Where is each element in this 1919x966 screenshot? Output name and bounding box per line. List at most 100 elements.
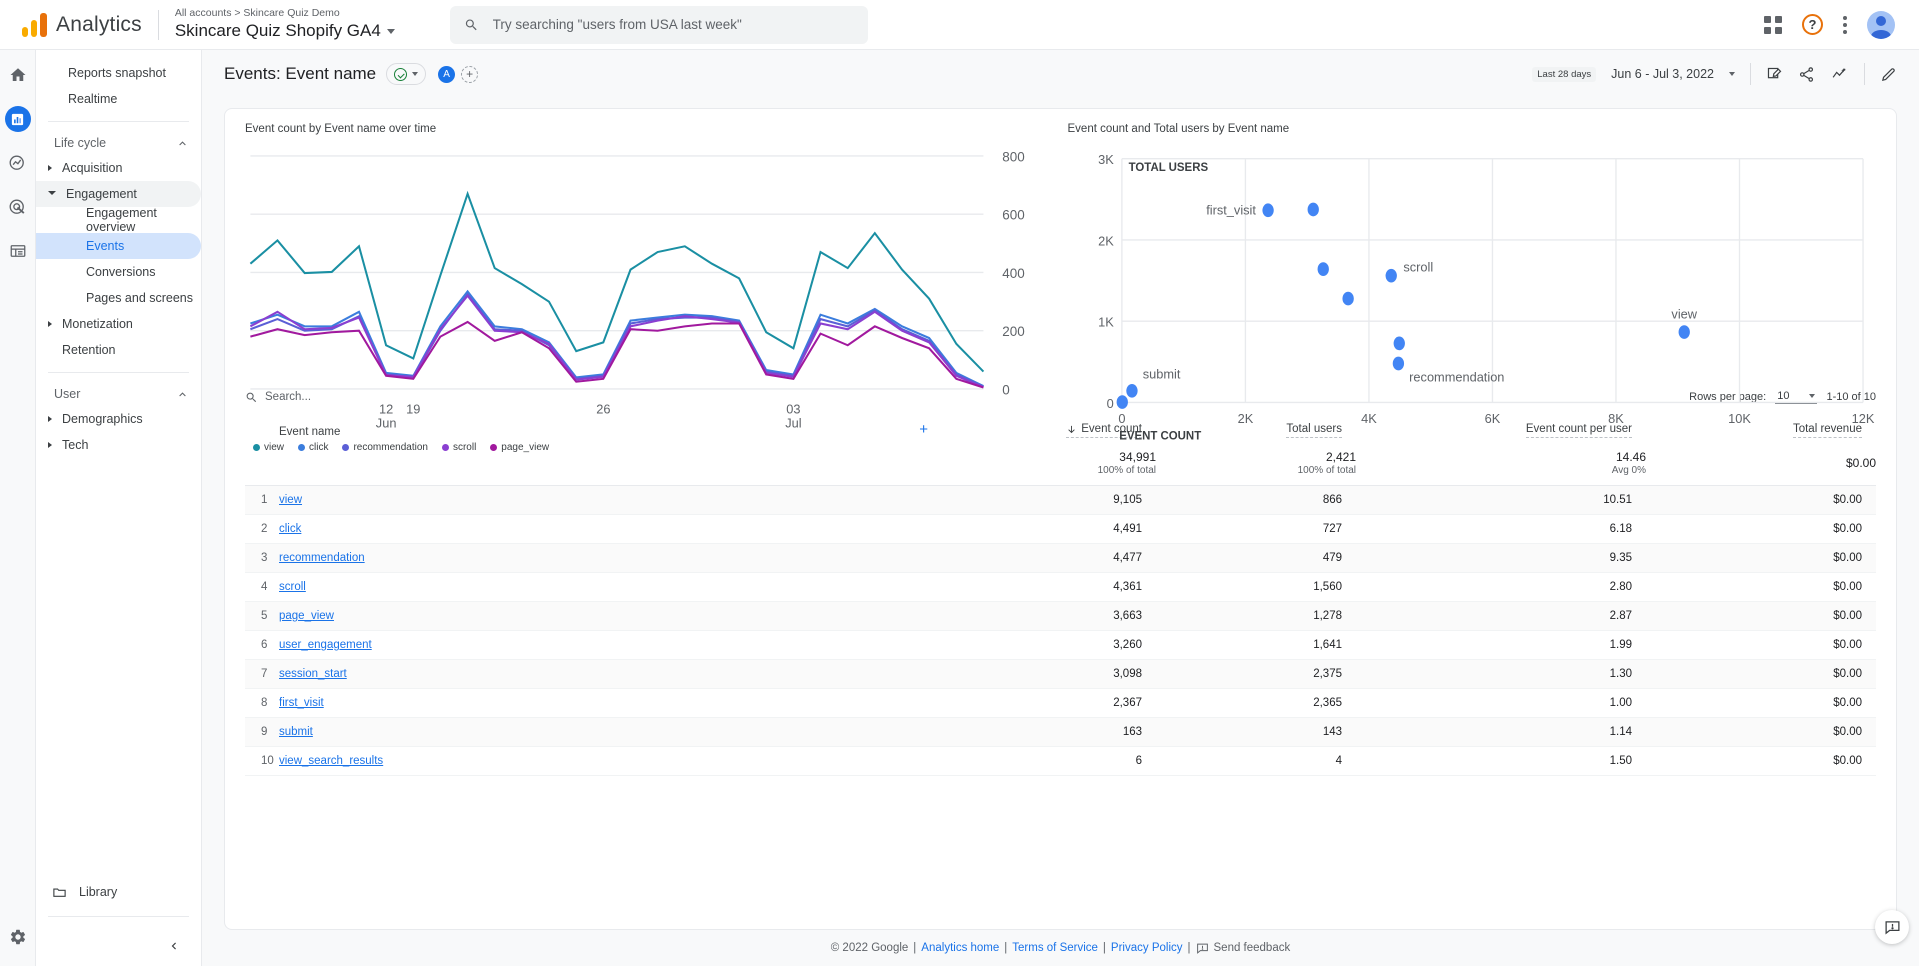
sidebar-item-tech[interactable]: Tech xyxy=(36,432,201,458)
main-scroll-area: Event count by Event name over time 0 200… xyxy=(202,98,1919,966)
customize-pencil-icon[interactable] xyxy=(1880,66,1897,83)
event-name-link[interactable]: first_visit xyxy=(279,697,324,709)
event-name-link[interactable]: recommendation xyxy=(279,552,365,564)
row-event-name[interactable]: user_engagement xyxy=(279,630,946,660)
sidebar-item-pages-and-screens[interactable]: Pages and screens xyxy=(36,285,201,311)
sidebar-section-user[interactable]: User xyxy=(36,382,201,406)
svg-text:view: view xyxy=(1671,306,1697,321)
total-sub: 100% of total xyxy=(1297,465,1356,476)
row-revenue: $0.00 xyxy=(1646,717,1876,747)
svg-text:10K: 10K xyxy=(1728,411,1751,426)
event-name-link[interactable]: submit xyxy=(279,726,313,738)
row-event-name[interactable]: recommendation xyxy=(279,543,946,573)
more-options-icon[interactable] xyxy=(1843,15,1847,34)
sidebar-item-label: Library xyxy=(79,885,118,899)
row-total-users: 1,278 xyxy=(1156,601,1356,631)
sidebar-item-realtime[interactable]: Realtime xyxy=(36,86,201,112)
row-event-count: 6 xyxy=(946,746,1156,776)
share-icon[interactable] xyxy=(1798,66,1815,83)
send-feedback-label[interactable]: Send feedback xyxy=(1214,942,1291,954)
edit-comparison-icon[interactable] xyxy=(1766,66,1783,83)
add-comparison-button[interactable]: + xyxy=(461,65,479,83)
row-total-users: 1,560 xyxy=(1156,572,1356,602)
event-name-link[interactable]: view xyxy=(279,494,302,506)
row-event-name[interactable]: first_visit xyxy=(279,688,946,718)
row-event-name[interactable]: view_search_results xyxy=(279,746,946,776)
row-event-name[interactable]: session_start xyxy=(279,659,946,689)
table-row[interactable]: 6 user_engagement 3,260 1,641 1.99 $0.00 xyxy=(245,630,1876,660)
line-chart-svg: 020040060080012Jun19 26 03Jul xyxy=(249,149,1025,430)
event-name-link[interactable]: session_start xyxy=(279,668,347,680)
chevron-down-icon xyxy=(48,190,56,198)
table-row[interactable]: 1 view 9,105 866 10.51 $0.00 xyxy=(245,485,1876,515)
feedback-fab[interactable] xyxy=(1875,910,1909,944)
event-name-link[interactable]: user_engagement xyxy=(279,639,372,651)
sidebar-item-acquisition[interactable]: Acquisition xyxy=(36,155,201,181)
event-name-link[interactable]: page_view xyxy=(279,610,334,622)
search-input[interactable] xyxy=(492,17,854,32)
chevron-down-icon[interactable] xyxy=(1729,72,1735,76)
svg-text:4K: 4K xyxy=(1361,411,1377,426)
table-row[interactable]: 9 submit 163 143 1.14 $0.00 xyxy=(245,717,1876,747)
advertising-icon[interactable] xyxy=(5,194,31,220)
home-icon[interactable] xyxy=(5,62,31,88)
help-icon[interactable]: ? xyxy=(1802,14,1823,35)
account-selector[interactable]: All accounts > Skincare Quiz Demo Skinca… xyxy=(175,7,395,42)
footer-link-analytics-home[interactable]: Analytics home xyxy=(921,942,999,954)
table-row[interactable]: 7 session_start 3,098 2,375 1.30 $0.00 xyxy=(245,659,1876,689)
sidebar-item-retention[interactable]: Retention xyxy=(36,337,201,363)
svg-text:TOTAL USERS: TOTAL USERS xyxy=(1128,162,1208,174)
sidebar-item-monetization[interactable]: Monetization xyxy=(36,311,201,337)
insights-icon[interactable] xyxy=(1830,66,1849,83)
settings-gear-icon[interactable] xyxy=(5,924,31,950)
property-selector[interactable]: Skincare Quiz Shopify GA4 xyxy=(175,20,395,42)
sidebar-item-reports-snapshot[interactable]: Reports snapshot xyxy=(36,60,201,86)
table-row[interactable]: 8 first_visit 2,367 2,365 1.00 $0.00 xyxy=(245,688,1876,718)
row-revenue: $0.00 xyxy=(1646,688,1876,718)
row-event-name[interactable]: submit xyxy=(279,717,946,747)
global-search[interactable] xyxy=(449,5,868,44)
reports-icon[interactable] xyxy=(4,106,31,132)
sidebar-item-engagement[interactable]: Engagement xyxy=(36,181,201,207)
table-row[interactable]: 10 view_search_results 6 4 1.50 $0.00 xyxy=(245,746,1876,776)
library-icon[interactable] xyxy=(5,238,31,264)
data-status-badge[interactable] xyxy=(386,63,427,85)
top-bar: Analytics All accounts > Skincare Quiz D… xyxy=(0,0,1919,50)
event-name-link[interactable]: scroll xyxy=(279,581,306,593)
date-range-text[interactable]: Jun 6 - Jul 3, 2022 xyxy=(1611,67,1714,81)
sidebar-item-engagement-overview[interactable]: Engagement overview xyxy=(36,206,201,234)
sidebar-section-life-cycle[interactable]: Life cycle xyxy=(36,131,201,155)
row-per-user: 9.35 xyxy=(1356,543,1646,573)
row-total-users: 4 xyxy=(1156,746,1356,776)
table-row[interactable]: 2 click 4,491 727 6.18 $0.00 xyxy=(245,514,1876,544)
collapse-nav-button[interactable] xyxy=(36,926,201,966)
sidebar-item-conversions[interactable]: Conversions xyxy=(36,259,201,285)
sidebar-item-library[interactable]: Library xyxy=(36,877,201,907)
row-event-count: 163 xyxy=(946,717,1156,747)
apps-grid-icon[interactable] xyxy=(1764,15,1782,34)
table-row[interactable]: 3 recommendation 4,477 479 9.35 $0.00 xyxy=(245,543,1876,573)
svg-text:recommendation: recommendation xyxy=(1409,369,1504,384)
table-row[interactable]: 5 page_view 3,663 1,278 2.87 $0.00 xyxy=(245,601,1876,631)
line-chart-plot: 0 200 400 600 800 12 Jun 19 26 03 Jul xyxy=(245,145,1054,440)
table-row[interactable]: 4 scroll 4,361 1,560 2.80 $0.00 xyxy=(245,572,1876,602)
row-revenue: $0.00 xyxy=(1646,572,1876,602)
table-body: 1 view 9,105 866 10.51 $0.00 2 click 4,491 727 6.1… xyxy=(245,485,1876,776)
event-name-link[interactable]: view_search_results xyxy=(279,755,383,767)
scatter-chart-plot: 0 1K 2K 3K 0 2K 4K 6K 8K 10K 12K TOTAL USERS EVENT C… xyxy=(1068,145,1877,460)
row-event-name[interactable]: view xyxy=(279,485,946,515)
user-avatar[interactable] xyxy=(1867,10,1895,39)
event-name-link[interactable]: click xyxy=(279,523,301,535)
row-event-name[interactable]: scroll xyxy=(279,572,946,602)
row-index: 1 xyxy=(245,485,279,515)
comparison-avatar[interactable]: A xyxy=(438,65,456,83)
explore-icon[interactable] xyxy=(5,150,31,176)
row-event-name[interactable]: click xyxy=(279,514,946,544)
footer-link-privacy[interactable]: Privacy Policy xyxy=(1111,942,1183,954)
row-event-name[interactable]: page_view xyxy=(279,601,946,631)
sidebar-item-events[interactable]: Events xyxy=(36,233,201,259)
row-revenue: $0.00 xyxy=(1646,514,1876,544)
sidebar-item-demographics[interactable]: Demographics xyxy=(36,406,201,432)
svg-text:3K: 3K xyxy=(1098,152,1114,167)
footer-link-terms[interactable]: Terms of Service xyxy=(1012,942,1098,954)
